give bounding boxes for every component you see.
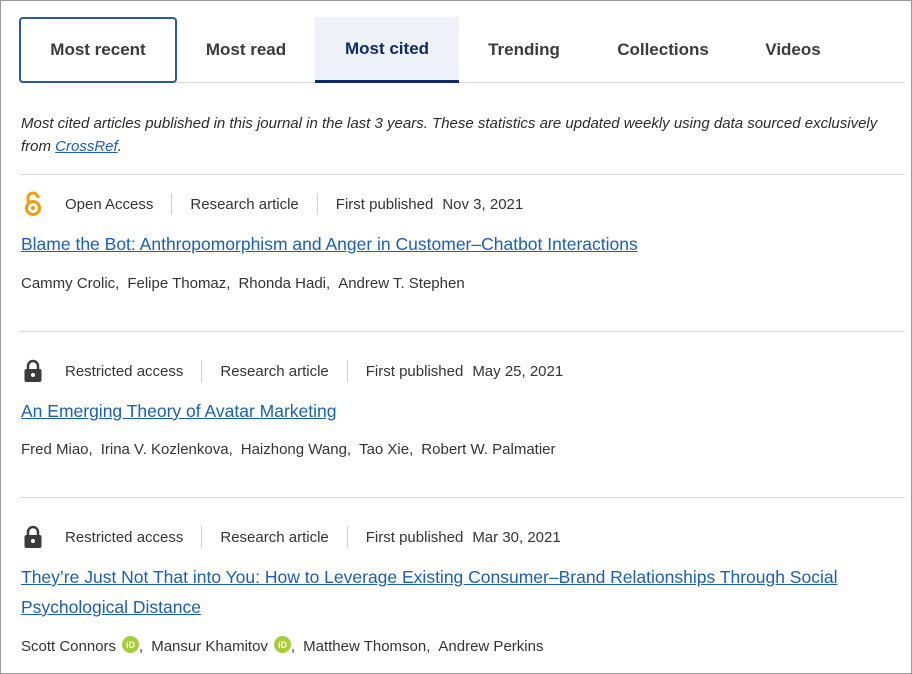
tab-collections[interactable]: Collections bbox=[589, 17, 737, 83]
separator bbox=[201, 526, 203, 548]
description-text: Most cited articles published in this jo… bbox=[21, 115, 878, 155]
tab-most-recent[interactable]: Most recent bbox=[19, 17, 177, 83]
divider bbox=[19, 497, 905, 498]
author[interactable]: Felipe Thomaz bbox=[127, 275, 226, 292]
divider bbox=[19, 174, 905, 175]
crossref-link[interactable]: CrossRef bbox=[55, 138, 118, 155]
article-meta: Open Access Research article First publi… bbox=[21, 189, 523, 219]
author[interactable]: Fred Miao bbox=[21, 441, 89, 458]
separator bbox=[201, 360, 203, 382]
published-label: First published bbox=[365, 362, 464, 380]
tab-bar: Most recent Most read Most cited Trendin… bbox=[19, 17, 905, 83]
published-date: May 25, 2021 bbox=[472, 362, 564, 380]
article-title-link[interactable]: An Emerging Theory of Avatar Marketing bbox=[21, 396, 891, 426]
tab-most-cited[interactable]: Most cited bbox=[315, 17, 459, 83]
author[interactable]: Andrew T. Stephen bbox=[338, 275, 464, 292]
tab-most-read[interactable]: Most read bbox=[179, 17, 313, 83]
access-label: Restricted access bbox=[65, 362, 184, 380]
description-suffix: . bbox=[117, 138, 122, 155]
author[interactable]: Scott Connors iD bbox=[21, 636, 140, 655]
author[interactable]: Rhonda Hadi bbox=[238, 275, 326, 292]
title-line-1[interactable]: They’re Just Not That into You: How to L… bbox=[21, 567, 837, 587]
author-list: Fred Miao, Irina V. Kozlenkova, Haizhong… bbox=[21, 441, 556, 458]
author[interactable]: Andrew Perkins bbox=[438, 638, 543, 655]
author[interactable]: Matthew Thomson bbox=[303, 638, 426, 655]
published-label: First published bbox=[335, 195, 434, 213]
description: Most cited articles published in this jo… bbox=[21, 112, 901, 158]
article-type: Research article bbox=[190, 195, 299, 213]
article-meta: Restricted access Research article First… bbox=[21, 356, 563, 386]
access-label: Open Access bbox=[65, 195, 154, 213]
separator bbox=[346, 526, 348, 548]
article-type: Research article bbox=[220, 362, 329, 380]
lock-icon bbox=[21, 524, 45, 550]
article-meta: Restricted access Research article First… bbox=[21, 522, 561, 552]
page-frame: Most recent Most read Most cited Trendin… bbox=[0, 0, 912, 674]
author[interactable]: Robert W. Palmatier bbox=[421, 441, 555, 458]
article-title-link[interactable]: They’re Just Not That into You: How to L… bbox=[21, 562, 891, 622]
separator bbox=[171, 193, 173, 215]
published-label: First published bbox=[365, 528, 464, 546]
published-date: Nov 3, 2021 bbox=[442, 195, 524, 213]
published-date: Mar 30, 2021 bbox=[472, 528, 561, 546]
access-label: Restricted access bbox=[65, 528, 184, 546]
author[interactable]: Mansur Khamitov iD bbox=[151, 636, 291, 655]
author-name[interactable]: Scott Connors bbox=[21, 638, 116, 655]
separator bbox=[316, 193, 318, 215]
title-line-2[interactable]: Psychological Distance bbox=[21, 597, 201, 617]
open-access-icon bbox=[21, 191, 45, 217]
author[interactable]: Irina V. Kozlenkova bbox=[101, 441, 229, 458]
author-list: Scott Connors iD, Mansur Khamitov iD, Matt… bbox=[21, 636, 544, 655]
author[interactable]: Tao Xie bbox=[359, 441, 409, 458]
tab-trending[interactable]: Trending bbox=[461, 17, 587, 83]
separator bbox=[346, 360, 348, 382]
author[interactable]: Haizhong Wang bbox=[241, 441, 347, 458]
lock-icon bbox=[21, 358, 45, 384]
tab-videos[interactable]: Videos bbox=[739, 17, 847, 83]
orcid-icon[interactable]: iD bbox=[273, 636, 291, 653]
divider bbox=[19, 331, 905, 332]
author[interactable]: Cammy Crolic bbox=[21, 275, 115, 292]
article-title-link[interactable]: Blame the Bot: Anthropomorphism and Ange… bbox=[21, 229, 891, 259]
author-list: Cammy Crolic, Felipe Thomaz, Rhonda Hadi… bbox=[21, 275, 465, 292]
article-type: Research article bbox=[220, 528, 329, 546]
author-name[interactable]: Mansur Khamitov bbox=[151, 638, 268, 655]
orcid-icon[interactable]: iD bbox=[122, 636, 140, 653]
